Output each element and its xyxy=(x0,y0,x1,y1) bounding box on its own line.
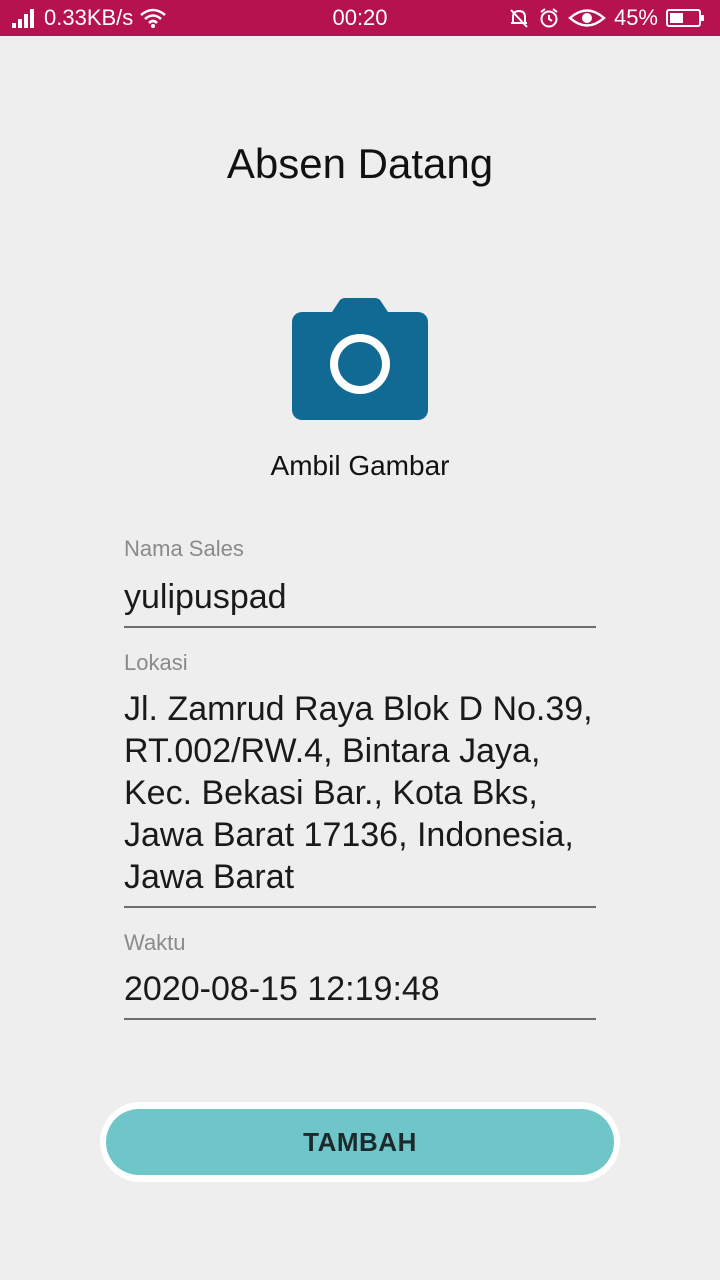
tambah-button[interactable]: TAMBAH xyxy=(100,1102,620,1182)
wifi-icon xyxy=(139,7,167,29)
camera-icon xyxy=(292,298,428,420)
waktu-input[interactable]: 2020-08-15 12:19:48 xyxy=(124,968,596,1020)
waktu-field: Waktu 2020-08-15 12:19:48 xyxy=(124,930,596,1020)
lokasi-label: Lokasi xyxy=(124,650,188,675)
status-bar: 0.33KB/s 00:20 45% xyxy=(0,0,720,36)
alarm-icon xyxy=(538,7,560,29)
waktu-label: Waktu xyxy=(124,930,186,955)
camera-label: Ambil Gambar xyxy=(270,450,450,481)
nama-sales-field: Nama Sales yulipuspad xyxy=(124,536,596,628)
battery-percent: 45% xyxy=(613,5,658,30)
camera-button[interactable] xyxy=(292,298,428,420)
lokasi-input[interactable]: Jl. Zamrud Raya Blok D No.39, RT.002/RW.… xyxy=(124,688,596,908)
notifications-off-icon xyxy=(508,7,530,29)
signal-icon xyxy=(10,7,38,29)
clock: 00:20 xyxy=(332,5,388,30)
tambah-button-label: TAMBAH xyxy=(106,1109,614,1175)
nama-sales-input[interactable]: yulipuspad xyxy=(124,576,596,628)
status-bar-left: 0.33KB/s xyxy=(10,0,167,36)
network-speed: 0.33KB/s xyxy=(44,5,134,30)
status-bar-right: 45% xyxy=(508,0,706,36)
page-title: Absen Datang xyxy=(226,140,494,187)
eye-icon xyxy=(568,7,606,29)
nama-sales-label: Nama Sales xyxy=(124,536,244,561)
battery-icon xyxy=(666,8,706,28)
lokasi-field: Lokasi Jl. Zamrud Raya Blok D No.39, RT.… xyxy=(124,650,596,908)
